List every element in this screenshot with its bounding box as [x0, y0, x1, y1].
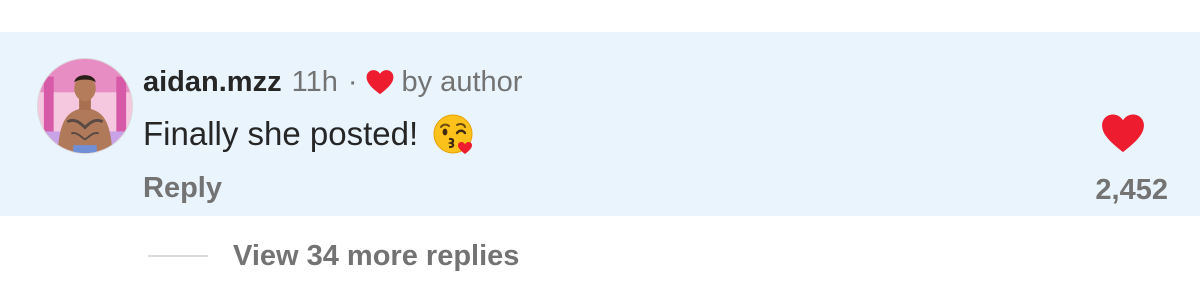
avatar-photo	[38, 59, 132, 153]
view-more-replies-button[interactable]: View 34 more replies	[148, 236, 519, 276]
kissing-face-emoji-icon	[433, 114, 473, 154]
view-more-replies-label: View 34 more replies	[233, 239, 520, 272]
comments-thread: aidan.mzz 11h · by author Finally she po…	[0, 0, 1200, 307]
username[interactable]: aidan.mzz	[143, 66, 282, 99]
comment-body: Finally she posted!	[143, 110, 476, 158]
comment-header: aidan.mzz 11h · by author	[143, 62, 522, 102]
liked-by-author-label: by author	[401, 65, 523, 98]
comment-timestamp: 11h	[291, 65, 338, 98]
replies-divider	[148, 255, 208, 257]
avatar[interactable]	[37, 58, 133, 154]
separator-dot: ·	[347, 65, 358, 98]
heart-icon	[366, 70, 393, 95]
reply-button[interactable]: Reply	[143, 172, 222, 205]
comment-row: aidan.mzz 11h · by author Finally she po…	[0, 32, 1200, 216]
comment-text: Finally she posted!	[143, 115, 419, 152]
like-count[interactable]: 2,452	[1095, 174, 1168, 207]
heart-icon[interactable]	[1101, 113, 1145, 153]
